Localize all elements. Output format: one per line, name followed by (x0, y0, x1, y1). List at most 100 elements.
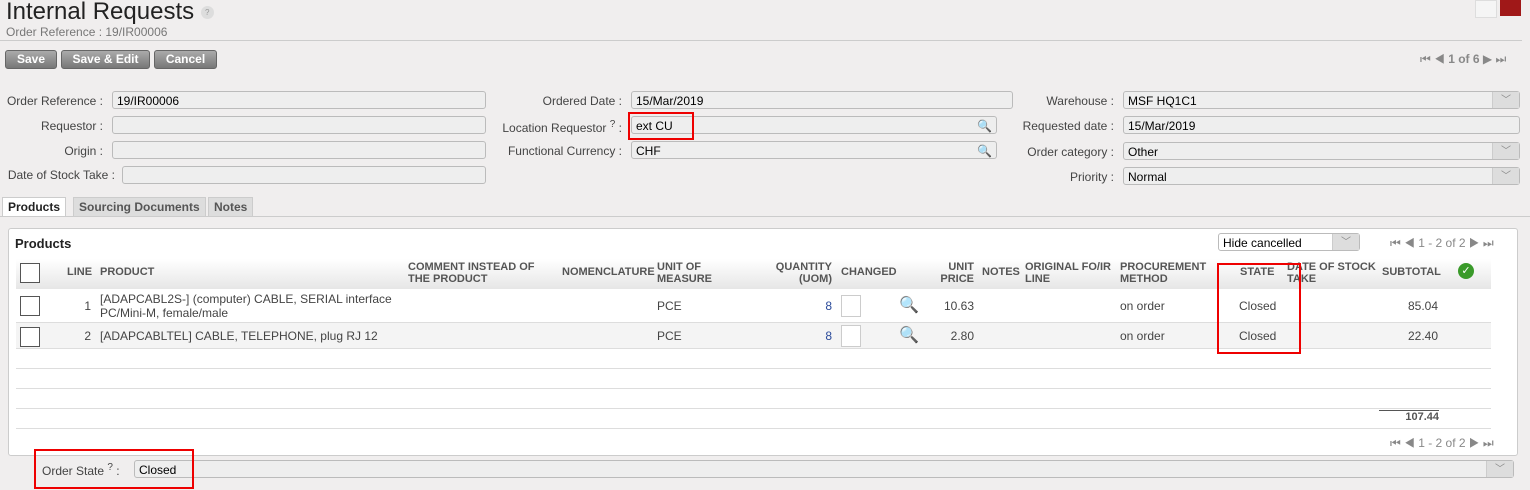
empty-row (16, 368, 1491, 369)
page-title: Internal Requests ? (6, 0, 214, 26)
pager-text: 1 of 6 (1448, 52, 1480, 66)
cell-unit-price: 2.80 (950, 329, 974, 343)
location-requestor-label: Location Requestor ? : (502, 119, 622, 135)
ordered-date-label: Ordered Date : (542, 94, 622, 108)
col-quantity[interactable]: QUANTITY (UOM) (770, 261, 832, 285)
form-view-icon[interactable] (1500, 0, 1521, 16)
check-icon[interactable]: ✓ (1458, 263, 1474, 279)
col-uom[interactable]: UNIT OF MEASURE (657, 261, 717, 285)
last-icon[interactable]: ⏭ (1495, 52, 1506, 66)
cell-product: [ADAPCABL2S-] (computer) CABLE, SERIAL i… (100, 292, 392, 320)
first-icon[interactable]: ⏮ (1420, 52, 1431, 66)
requested-date-field[interactable]: 15/Mar/2019 (1123, 116, 1520, 134)
changed-checkbox[interactable] (841, 295, 861, 317)
cell-subtotal: 85.04 (1407, 299, 1438, 313)
filter-select[interactable]: Hide cancelled ﹀ (1218, 233, 1360, 251)
cell-unit-price: 10.63 (943, 299, 974, 313)
col-notes[interactable]: NOTES (982, 266, 1020, 278)
warehouse-label: Warehouse : (1046, 94, 1114, 108)
next-icon[interactable]: ▶ (1483, 52, 1492, 66)
highlight-box (628, 112, 694, 140)
pager-text: 1 - 2 of 2 (1418, 436, 1466, 450)
tab-products[interactable]: Products (2, 197, 67, 217)
chevron-down-icon[interactable]: ﹀ (1486, 461, 1513, 477)
prev-icon[interactable]: ◀ (1434, 52, 1445, 66)
currency-field[interactable]: CHF 🔍 (631, 141, 997, 159)
cell-procurement-method: on order (1120, 299, 1165, 313)
col-comment[interactable]: COMMENT INSTEAD OF THE PRODUCT (408, 261, 558, 285)
chevron-down-icon[interactable]: ﹀ (1492, 143, 1519, 159)
col-changed[interactable]: CHANGED (841, 266, 897, 278)
row-checkbox[interactable] (20, 296, 40, 316)
value: Hide cancelled (1223, 236, 1302, 250)
search-icon[interactable]: 🔍 (899, 325, 919, 345)
subtitle: Order Reference : 19/IR00006 (6, 25, 168, 39)
search-icon[interactable]: 🔍 (977, 142, 992, 160)
origin-field[interactable] (112, 141, 486, 159)
origin-label: Origin : (64, 144, 103, 158)
requestor-field[interactable] (112, 116, 486, 134)
cell-subtotal: 22.40 (1407, 329, 1438, 343)
value: CHF (636, 144, 661, 158)
list-view-icon[interactable] (1475, 0, 1497, 18)
highlight-box (1217, 263, 1301, 354)
col-product[interactable]: PRODUCT (100, 266, 154, 278)
col-unit-price[interactable]: UNIT PRICE (940, 261, 974, 285)
highlight-box (34, 449, 194, 489)
stock-take-label: Date of Stock Take : (7, 168, 115, 182)
empty-row (16, 388, 1491, 389)
total-amount: 107.44 (1379, 410, 1439, 423)
cell-line: 2 (84, 329, 91, 343)
value: Normal (1128, 170, 1167, 184)
cell-uom: PCE (657, 299, 682, 313)
search-icon[interactable]: 🔍 (977, 117, 992, 135)
select-all-checkbox[interactable] (20, 263, 40, 283)
cell-procurement-method: on order (1120, 329, 1165, 343)
search-icon[interactable]: 🔍 (899, 295, 919, 315)
priority-select[interactable]: Normal ﹀ (1123, 167, 1520, 185)
label-text: Location Requestor (502, 121, 607, 135)
stock-take-field[interactable] (122, 166, 486, 184)
chevron-down-icon[interactable]: ﹀ (1492, 92, 1519, 108)
ordered-date-field[interactable]: 15/Mar/2019 (631, 91, 1013, 109)
order-state-select[interactable]: Closed ﹀ (134, 460, 1514, 478)
empty-row (16, 408, 1491, 409)
row-checkbox[interactable] (20, 327, 40, 347)
col-nomenclature[interactable]: NOMENCLATURE (562, 266, 655, 278)
changed-checkbox[interactable] (841, 325, 861, 347)
save-button[interactable]: Save (5, 50, 57, 69)
tab-divider (0, 216, 1530, 217)
cell-product: [ADAPCABLTEL] CABLE, TELEPHONE, plug RJ … (100, 329, 378, 343)
order-reference-field[interactable]: 19/IR00006 (112, 91, 486, 109)
cancel-button[interactable]: Cancel (154, 50, 217, 69)
cell-uom: PCE (657, 329, 682, 343)
col-procurement-method[interactable]: PROCUREMENT METHOD (1120, 261, 1210, 285)
products-title: Products (15, 236, 72, 251)
col-original-line[interactable]: ORIGINAL FO/IR LINE (1025, 261, 1115, 285)
cell-quantity: 8 (825, 299, 832, 313)
order-category-select[interactable]: Other ﹀ (1123, 142, 1520, 160)
cell-line: 1 (84, 299, 91, 313)
value: Other (1128, 145, 1159, 159)
chevron-down-icon[interactable]: ﹀ (1332, 234, 1359, 250)
empty-row (16, 428, 1491, 429)
tab-notes[interactable]: Notes (208, 197, 254, 217)
divider (0, 40, 1522, 41)
currency-label: Functional Currency : (507, 144, 622, 158)
help-icon[interactable]: ? (200, 6, 214, 20)
save-edit-button[interactable]: Save & Edit (61, 50, 150, 69)
pager-text: 1 - 2 of 2 (1418, 236, 1466, 250)
cell-quantity: 8 (825, 329, 832, 343)
col-subtotal[interactable]: SUBTOTAL (1382, 266, 1441, 278)
title-text: Internal Requests (6, 0, 195, 25)
order-category-label: Order category : (1027, 145, 1114, 159)
requested-date-label: Requested date : (1022, 119, 1114, 133)
col-line[interactable]: LINE (67, 266, 92, 278)
tab-sourcing-documents[interactable]: Sourcing Documents (73, 197, 206, 217)
value: MSF HQ1C1 (1128, 94, 1197, 108)
priority-label: Priority : (1069, 170, 1114, 184)
chevron-down-icon[interactable]: ﹀ (1492, 168, 1519, 184)
order-reference-label: Order Reference : (6, 94, 103, 108)
record-pager: ⏮ ◀ 1 of 6 ▶ ⏭ (1420, 52, 1506, 67)
warehouse-select[interactable]: MSF HQ1C1 ﹀ (1123, 91, 1520, 109)
